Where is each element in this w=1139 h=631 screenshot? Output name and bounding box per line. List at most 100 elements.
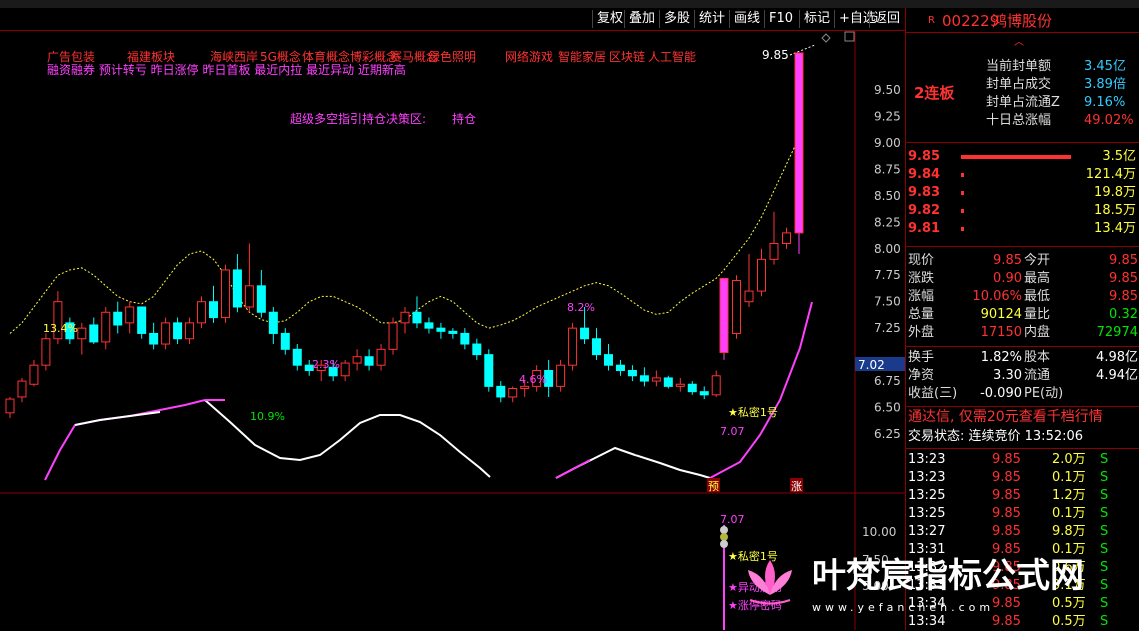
fund-value: 1.82% <box>980 350 1022 365</box>
fund-label: 净资 <box>908 368 935 383</box>
concept-tag: 海峡西岸 <box>210 49 258 64</box>
candle-body <box>208 301 218 319</box>
quote-row: 涨跌 0.90 最高 9.85 <box>906 270 1139 288</box>
candle-body <box>484 354 494 387</box>
quote-value: 10.06% <box>972 289 1022 304</box>
seal-value: 9.16% <box>1084 95 1126 110</box>
upgrade-banner[interactable]: 通达信, 仅需20元查看千档行情 <box>906 408 1139 426</box>
tick-row: 13:27 9.85 9.8万 S <box>906 523 1139 541</box>
book-price: 9.81 <box>908 221 941 236</box>
quote-value: 9.85 <box>993 253 1022 268</box>
concept-line2: 融资融券 预计转亏 昨日涨停 昨日首板 最近内拉 最近异动 近期新高 <box>47 62 406 77</box>
candle-body <box>675 383 685 387</box>
candle-body <box>352 356 362 364</box>
quote-value: 0.90 <box>993 271 1022 286</box>
order-book-row[interactable]: 9.83 19.8万 <box>906 184 1139 202</box>
watermark-title: 叶梵宸指标公式网 <box>812 556 1084 596</box>
stats-button[interactable]: 统计 <box>694 10 729 28</box>
candle-body <box>412 311 422 324</box>
mark-button[interactable]: 标记 <box>799 10 834 28</box>
mark-label: ★私密1号 <box>728 405 778 419</box>
order-book-row[interactable]: 9.82 18.5万 <box>906 202 1139 220</box>
yu-label: 预 <box>708 480 719 493</box>
fund-value: 4.94亿 <box>1096 368 1138 383</box>
quote-value: 0.32 <box>1109 307 1138 322</box>
lower-wave <box>555 459 591 479</box>
candle-body <box>161 322 171 345</box>
concept-tag: 智能家居 <box>558 49 606 64</box>
f10-button[interactable]: F10 <box>764 10 797 28</box>
draw-line-button[interactable]: 画线 <box>729 10 764 28</box>
candle-body <box>424 322 434 329</box>
diamond-icon[interactable] <box>821 33 831 43</box>
quote-label: 现价 <box>908 253 935 268</box>
order-book-row[interactable]: 9.81 13.4万 <box>906 220 1139 238</box>
tick-volume: 0.1万 <box>1052 506 1086 521</box>
candle-body <box>496 385 506 398</box>
candle-body <box>137 306 147 334</box>
book-bar <box>961 209 964 213</box>
y-tick-label: 8.50 <box>874 189 901 203</box>
tick-side: S <box>1100 524 1109 539</box>
current-price-text: 7.02 <box>858 358 885 372</box>
fund-label: PE(动) <box>1024 386 1064 401</box>
tick-time: 13:25 <box>908 506 946 521</box>
quote-value: 9.85 <box>1109 253 1138 268</box>
low-price-label: 7.07 <box>720 425 745 438</box>
candle-body <box>29 364 39 385</box>
candle-body <box>556 364 566 387</box>
tick-volume: 2.0万 <box>1052 452 1086 467</box>
book-volume: 13.4万 <box>1094 221 1136 236</box>
overlay-button[interactable]: 叠加 <box>624 10 659 28</box>
quote-value: 9.85 <box>1109 271 1138 286</box>
quote-value: 17150 <box>980 325 1022 340</box>
strategy-value: 持仓 <box>452 111 476 126</box>
fund-label: 股本 <box>1024 350 1051 365</box>
quote-label: 总量 <box>908 307 935 322</box>
candle-body <box>603 354 613 366</box>
quote-label: 外盘 <box>908 325 935 340</box>
candle-body <box>757 258 766 292</box>
y-tick-label: 7.25 <box>874 321 901 335</box>
tick-volume: 0.1万 <box>1052 470 1086 485</box>
quote-label: 内盘 <box>1024 325 1051 340</box>
corner-box-icon[interactable] <box>844 31 855 42</box>
multi-stock-button[interactable]: 多股 <box>659 10 694 28</box>
order-book-row[interactable]: 9.84 121.4万 <box>906 166 1139 184</box>
y-tick-label: 9.50 <box>874 83 901 97</box>
fund-label: 换手 <box>908 350 935 365</box>
fund-value: 3.30 <box>993 368 1022 383</box>
collapse-icon[interactable]: ︿ <box>906 34 1139 52</box>
concept-tag: 5G概念 <box>260 49 301 64</box>
quote-value: 90124 <box>980 307 1022 322</box>
restore-rights-button[interactable]: 复权 <box>592 10 627 28</box>
y-tick-label: 6.75 <box>874 374 901 388</box>
quote-row: 现价 9.85 今开 9.85 <box>906 252 1139 270</box>
candle-body <box>794 52 804 234</box>
candle-body <box>376 348 386 366</box>
back-button[interactable]: 返回 <box>869 10 904 28</box>
lower-price-label: 7.07 <box>720 513 745 526</box>
candle-body <box>364 356 374 366</box>
candle-body <box>769 242 779 260</box>
tick-side: S <box>1100 506 1109 521</box>
fundamental-row: 换手 1.82% 股本 4.98亿 <box>906 349 1139 367</box>
tick-time: 13:23 <box>908 470 946 485</box>
candle-body <box>436 327 446 332</box>
zhang-label: 涨 <box>791 480 802 493</box>
concept-tag: 绿色照明 <box>428 49 476 64</box>
tick-row: 13:23 9.85 2.0万 S <box>906 451 1139 469</box>
candle-body <box>149 332 159 345</box>
pct-label-5: 8.2% <box>567 301 595 314</box>
lotus-icon <box>748 560 792 605</box>
lower-wave <box>74 411 161 426</box>
kline-chart[interactable]: 广告包装 福建板块 海峡西岸 5G概念 体育概念 博彩概念赛马概念绿色照明 网络游戏 智能家居… <box>0 30 905 630</box>
quote-label: 涨跌 <box>908 271 935 286</box>
book-price: 9.85 <box>908 149 941 164</box>
candle-body <box>17 380 27 398</box>
stock-name: 鸿博股份 <box>992 12 1053 30</box>
candle-body <box>400 311 410 324</box>
candle-body <box>711 375 721 396</box>
pearl-icon <box>720 533 728 541</box>
order-book-row[interactable]: 9.85 3.5亿 <box>906 148 1139 166</box>
